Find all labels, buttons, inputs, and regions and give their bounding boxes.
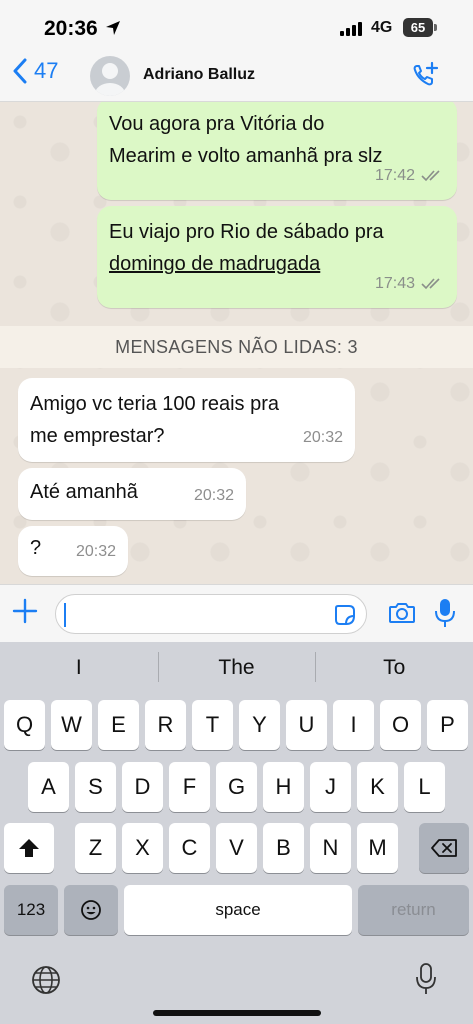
key-k[interactable]: K — [357, 762, 398, 812]
unread-chats-count: 47 — [34, 58, 59, 83]
key-u[interactable]: U — [286, 700, 327, 750]
key-q[interactable]: Q — [4, 700, 45, 750]
key-j[interactable]: J — [310, 762, 351, 812]
key-w[interactable]: W — [51, 700, 92, 750]
key-v[interactable]: V — [216, 823, 257, 873]
space-key[interactable]: space — [124, 885, 352, 935]
key-s[interactable]: S — [75, 762, 116, 812]
home-indicator — [153, 1010, 321, 1016]
key-i[interactable]: I — [333, 700, 374, 750]
signal-icon — [340, 20, 362, 36]
location-arrow-icon — [106, 21, 120, 35]
message-incoming[interactable]: Amigo vc teria 100 reais pra me empresta… — [18, 378, 355, 462]
mic-icon[interactable] — [433, 597, 457, 629]
message-time: 17:43 — [374, 275, 415, 292]
backspace-key[interactable] — [419, 823, 469, 873]
emoji-key[interactable] — [64, 885, 118, 935]
suggestion-item[interactable]: The — [157, 652, 316, 682]
avatar[interactable] — [90, 56, 130, 96]
key-n[interactable]: N — [310, 823, 351, 873]
suggestion-item[interactable]: To — [315, 652, 473, 682]
key-l[interactable]: L — [404, 762, 445, 812]
back-button[interactable]: 47 — [12, 58, 58, 84]
message-composer — [0, 584, 473, 642]
message-outgoing[interactable]: Vou agora pra Vitória do Mearim e volto … — [97, 102, 457, 200]
plus-icon[interactable] — [11, 597, 39, 625]
message-text-line: Eu viajo pro Rio de sábado pra — [109, 221, 384, 243]
key-r[interactable]: R — [145, 700, 186, 750]
key-b[interactable]: B — [263, 823, 304, 873]
message-outgoing[interactable]: Eu viajo pro Rio de sábado pra domingo d… — [97, 206, 457, 308]
key-a[interactable]: A — [28, 762, 69, 812]
status-time: 20:36 — [44, 17, 98, 40]
key-g[interactable]: G — [216, 762, 257, 812]
unread-messages-banner: MENSAGENS NÃO LIDAS: 3 — [0, 326, 473, 368]
dictation-mic-icon[interactable] — [414, 962, 438, 996]
message-meta: 20:32 — [76, 536, 116, 568]
message-incoming[interactable]: ? 20:32 — [18, 526, 128, 576]
key-t[interactable]: T — [192, 700, 233, 750]
double-check-icon — [421, 278, 440, 290]
message-input[interactable] — [55, 594, 367, 634]
message-meta: 20:32 — [303, 422, 343, 454]
shift-icon — [19, 839, 39, 857]
message-time: 17:42 — [374, 167, 415, 184]
message-incoming[interactable]: Até amanhã 20:32 — [18, 468, 246, 520]
status-bar: 20:36 4G 65 — [0, 14, 473, 44]
message-meta: 17:43 — [375, 268, 445, 300]
numbers-key[interactable]: 123 — [4, 885, 58, 935]
chat-header: 47 Adriano Balluz — [0, 50, 473, 100]
key-m[interactable]: M — [357, 823, 398, 873]
camera-icon[interactable] — [388, 601, 416, 625]
key-y[interactable]: Y — [239, 700, 280, 750]
back-chevron-icon — [13, 58, 27, 84]
key-h[interactable]: H — [263, 762, 304, 812]
message-text-line: me emprestar? — [30, 425, 165, 447]
network-type: 4G — [371, 19, 393, 36]
keyboard: I The To Q W E R T Y U I O P A S D F G H… — [0, 642, 473, 1024]
message-text-line: Vou agora pra Vitória do — [109, 113, 325, 135]
sticker-icon[interactable] — [334, 604, 356, 626]
key-c[interactable]: C — [169, 823, 210, 873]
battery-tip — [434, 24, 437, 31]
contact-name[interactable]: Adriano Balluz — [143, 66, 255, 84]
globe-icon[interactable] — [30, 964, 62, 996]
return-key[interactable]: return — [358, 885, 469, 935]
message-meta: 17:42 — [375, 160, 445, 192]
message-time: 20:32 — [75, 543, 116, 560]
key-d[interactable]: D — [122, 762, 163, 812]
key-p[interactable]: P — [427, 700, 468, 750]
emoji-icon — [81, 900, 101, 920]
message-text-line: Amigo vc teria 100 reais pra — [30, 393, 280, 415]
battery-icon: 65 — [403, 18, 433, 37]
avatar-icon — [95, 63, 125, 96]
double-check-icon — [421, 170, 440, 182]
top-bar: 20:36 4G 65 47 Adriano Balluz — [0, 0, 473, 102]
message-meta: 20:32 — [194, 480, 234, 512]
chat-area[interactable]: Vou agora pra Vitória do Mearim e volto … — [0, 102, 473, 584]
message-time: 20:32 — [302, 429, 343, 446]
suggestion-item[interactable]: I — [0, 656, 158, 680]
backspace-icon — [431, 839, 457, 857]
suggestion-bar: I The To — [0, 642, 473, 694]
key-e[interactable]: E — [98, 700, 139, 750]
key-x[interactable]: X — [122, 823, 163, 873]
key-z[interactable]: Z — [75, 823, 116, 873]
shift-key[interactable] — [4, 823, 54, 873]
key-f[interactable]: F — [169, 762, 210, 812]
key-o[interactable]: O — [380, 700, 421, 750]
message-time: 20:32 — [193, 487, 234, 504]
text-caret — [64, 603, 66, 627]
add-call-icon[interactable] — [410, 60, 440, 90]
